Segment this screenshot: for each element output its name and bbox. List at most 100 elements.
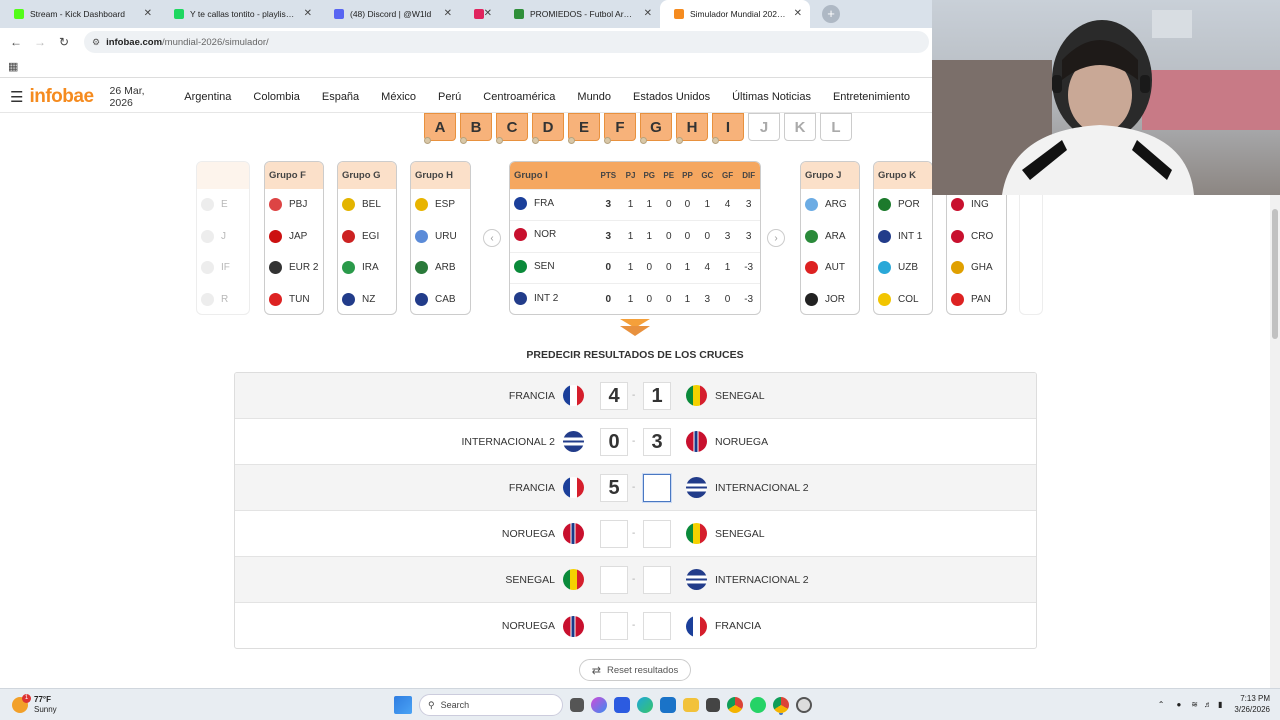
home-score-input[interactable]: 4: [600, 382, 628, 410]
stat-cell: 0: [594, 251, 622, 284]
group-letter-tab[interactable]: H: [676, 113, 708, 144]
header-nav-link[interactable]: Entretenimiento: [833, 91, 910, 103]
group-card[interactable]: Grupo K POR INT 1 UZB COL: [873, 161, 933, 315]
page-scrollbar[interactable]: [1270, 195, 1280, 688]
back-icon[interactable]: ←: [4, 35, 28, 49]
group-card[interactable]: Grupo G BEL EGI IRA NZ: [337, 161, 397, 315]
completed-dot-icon: [712, 137, 719, 144]
carousel-prev-button[interactable]: ‹: [483, 229, 501, 247]
home-score-input[interactable]: 0: [600, 428, 628, 456]
header-nav-link[interactable]: Mundo: [577, 91, 611, 103]
menu-search-icon[interactable]: ☰: [10, 88, 23, 106]
group-card[interactable]: Grupo F PBJ JAP EUR 2 TUN: [264, 161, 324, 315]
group-letter-tab[interactable]: K: [784, 113, 816, 141]
header-nav-link[interactable]: España: [322, 91, 359, 103]
reset-results-button[interactable]: ⇄ Reset resultados: [579, 659, 691, 681]
home-flag-icon: [563, 615, 584, 637]
copilot-icon[interactable]: [591, 697, 607, 713]
group-letter-tab[interactable]: A: [424, 113, 456, 144]
tab-close-icon[interactable]: ✕: [794, 8, 802, 19]
group-card[interactable]: Grupo J ARG ARA AUT JOR: [800, 161, 860, 315]
wifi-icon[interactable]: ≋: [1191, 700, 1198, 709]
tab-close-icon[interactable]: ✕: [644, 8, 652, 19]
header-nav-link[interactable]: Centroamérica: [483, 91, 555, 103]
team-code: ING: [971, 199, 989, 211]
app-blue-icon[interactable]: [614, 697, 630, 713]
tray-chevron-icon[interactable]: ⌃: [1158, 700, 1165, 709]
home-score-input[interactable]: [600, 566, 628, 594]
edge-icon[interactable]: [637, 697, 653, 713]
expand-chevron-icon[interactable]: [620, 319, 650, 337]
app-gear-icon[interactable]: [796, 697, 812, 713]
tab-close-icon[interactable]: ✕: [304, 8, 312, 19]
tab-close-icon[interactable]: ✕: [144, 8, 152, 19]
away-score-input[interactable]: 1: [643, 382, 671, 410]
main-group-table: Grupo I PTS PJ PG PE PP GC GF DIF FRA 3 1 1 0 0 1 4 3 NOR…: [509, 161, 761, 315]
group-letter-tab[interactable]: D: [532, 113, 564, 144]
team-code: ARG: [825, 199, 847, 211]
tab-close-icon[interactable]: ✕: [444, 8, 452, 19]
whatsapp-icon[interactable]: [750, 697, 766, 713]
tab-close-icon[interactable]: ✕: [484, 8, 492, 19]
taskbar-search[interactable]: ⚲ Search: [419, 694, 563, 716]
home-team-name: SENEGAL: [505, 573, 555, 586]
home-score-input[interactable]: [600, 612, 628, 640]
browser-tab[interactable]: Simulador Mundial 2026: armá ... ✕: [660, 0, 810, 28]
url-field[interactable]: ⚙ infobae.com/mundial-2026/simulador/: [84, 31, 929, 53]
site-info-icon[interactable]: ⚙: [92, 37, 100, 48]
away-score-input[interactable]: 3: [643, 428, 671, 456]
group-card-title: [197, 162, 249, 189]
header-nav-link[interactable]: Últimas Noticias: [732, 91, 811, 103]
browser-tab[interactable]: ✕: [460, 0, 500, 28]
group-letter-tab[interactable]: J: [748, 113, 780, 141]
group-card[interactable]: E J IF R: [196, 161, 250, 315]
away-score-input[interactable]: [643, 520, 671, 548]
group-letter-tab[interactable]: I: [712, 113, 744, 144]
group-letter-tab[interactable]: C: [496, 113, 528, 144]
webcam-person-image: [932, 10, 1280, 195]
group-letter-tab[interactable]: L: [820, 113, 852, 141]
scrollbar-thumb[interactable]: [1272, 209, 1278, 339]
group-letter-tab[interactable]: G: [640, 113, 672, 144]
site-logo[interactable]: infobae: [29, 86, 94, 108]
reload-icon[interactable]: ↻: [52, 35, 76, 49]
chrome-active-icon[interactable]: [773, 697, 789, 713]
header-nav-link[interactable]: Argentina: [184, 91, 231, 103]
away-score-input[interactable]: [643, 474, 671, 502]
task-view-icon[interactable]: [570, 698, 584, 712]
header-nav-link[interactable]: Perú: [438, 91, 461, 103]
group-card[interactable]: Grupo H ESP URU ARB CAB: [410, 161, 471, 315]
forward-icon[interactable]: →: [28, 35, 52, 49]
weather-widget[interactable]: 1 77°F Sunny: [12, 693, 57, 715]
group-letter-tab[interactable]: E: [568, 113, 600, 144]
browser-tab[interactable]: (48) Discord | @W1ld ✕: [320, 0, 460, 28]
group-letter-tab[interactable]: F: [604, 113, 636, 144]
mic-icon[interactable]: ●: [1176, 700, 1181, 709]
clock[interactable]: 7:13 PM 3/26/2026: [1234, 693, 1270, 715]
header-nav-link[interactable]: Colombia: [253, 91, 299, 103]
carousel-next-button[interactable]: ›: [767, 229, 785, 247]
home-score-input[interactable]: 5: [600, 474, 628, 502]
browser-tab[interactable]: PROMIEDOS - Futbol Argentino ✕: [500, 0, 660, 28]
store-icon[interactable]: [706, 698, 720, 712]
chrome-icon[interactable]: [727, 697, 743, 713]
header-nav-link[interactable]: México: [381, 91, 416, 103]
group-letter-tab[interactable]: B: [460, 113, 492, 144]
apps-grid-icon[interactable]: ▦: [8, 60, 18, 73]
new-tab-button[interactable]: +: [822, 5, 840, 23]
away-score-input[interactable]: [643, 612, 671, 640]
group-team-row: ARB: [411, 252, 470, 284]
windows-start-icon[interactable]: [394, 696, 412, 714]
browser-tab[interactable]: Stream - Kick Dashboard ✕: [0, 0, 160, 28]
outlook-icon[interactable]: [660, 697, 676, 713]
battery-icon[interactable]: ▮: [1218, 700, 1222, 709]
away-score-input[interactable]: [643, 566, 671, 594]
volume-icon[interactable]: ♬: [1204, 700, 1212, 709]
browser-tab[interactable]: Y te callas tontito - playlist by ... ✕: [160, 0, 320, 28]
stat-cell: 1: [621, 251, 640, 284]
file-explorer-icon[interactable]: [683, 698, 699, 712]
header-date: 26 Mar, 2026: [109, 84, 145, 109]
home-score-input[interactable]: [600, 520, 628, 548]
header-nav-link[interactable]: Estados Unidos: [633, 91, 710, 103]
score-separator: -: [632, 436, 636, 447]
